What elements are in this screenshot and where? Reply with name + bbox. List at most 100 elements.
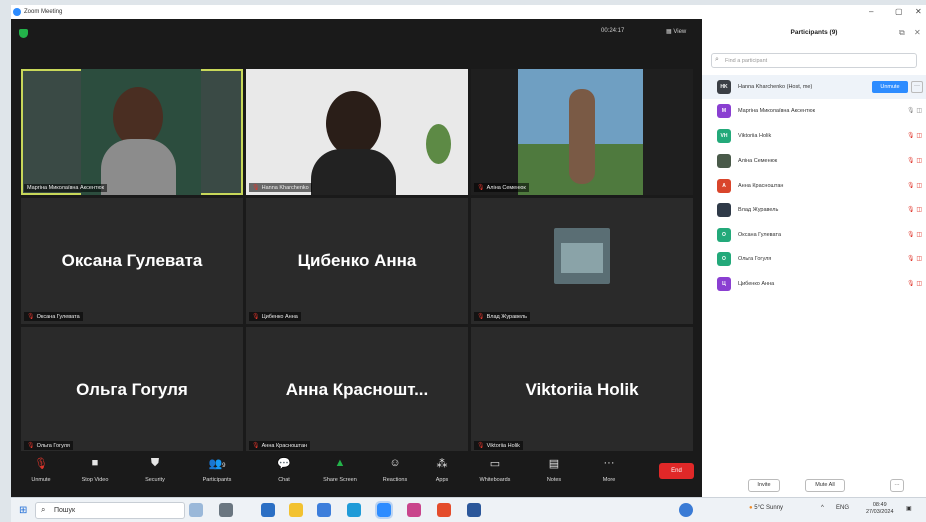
video-tile[interactable]: 🎙 Hanna Kharchenko <box>246 69 468 195</box>
security-button[interactable]: ⛊ Security <box>129 457 181 483</box>
close-panel-icon[interactable]: ✕ <box>914 28 921 37</box>
mute-all-button[interactable]: Mute All <box>805 479 845 492</box>
video-tile[interactable]: Анна Красношт... 🎙 Анна Красноштан <box>246 327 468 453</box>
close-button[interactable]: ✕ <box>915 7 922 16</box>
whiteboards-button[interactable]: ▭ Whiteboards <box>469 457 521 483</box>
panel-more-button[interactable]: ··· <box>890 479 904 492</box>
taskbar-search-input[interactable]: ⌕ Пошук <box>35 502 185 519</box>
security-shield-icon[interactable] <box>19 29 28 38</box>
meeting-timer: 00:24:17 <box>601 28 625 34</box>
paint-app-icon[interactable] <box>407 503 421 517</box>
unmute-self-button[interactable]: Unmute <box>872 81 908 93</box>
title-bar: Zoom Meeting – ▢ ✕ <box>11 5 926 19</box>
participant-row[interactable]: O Оксана Гулевата 🎙 ◫ <box>702 223 926 247</box>
word-app-icon[interactable] <box>467 503 481 517</box>
video-tile[interactable]: Viktoriia Holik 🎙 Viktoriia Holik <box>471 327 693 453</box>
video-tile[interactable]: 🎙 Аліна Семенюк <box>471 69 693 195</box>
video-tile[interactable]: Маргіна Миколаївна Аксентюк <box>21 69 243 195</box>
video-tile[interactable]: 🎙 Влад Журавель <box>471 198 693 324</box>
clock-date: 27/03/2024 <box>866 509 894 515</box>
search-highlight-icon[interactable] <box>189 503 203 517</box>
participant-body <box>101 139 176 195</box>
tile-label: Маргіна Миколаївна Аксентюк <box>24 184 108 192</box>
tile-label: 🎙 Hanna Kharchenko <box>249 183 312 192</box>
search-icon: ⌕ <box>41 505 46 514</box>
calculator-icon[interactable] <box>317 503 331 517</box>
participant-body <box>311 149 396 195</box>
apps-button[interactable]: ⁂ Apps <box>416 457 468 483</box>
participant-row[interactable]: VH Viktoriia Holik 🎙 ◫ <box>702 124 926 148</box>
taskbar-clock[interactable]: 08:49 27/03/2024 <box>866 502 894 516</box>
tile-label: 🎙 Влад Журавель <box>474 312 530 321</box>
participant-row[interactable]: Влад Журавель 🎙 ◫ <box>702 198 926 222</box>
mic-muted-icon: 🎙 ◫ <box>907 207 922 213</box>
participants-button[interactable]: 👥9 Participants <box>191 457 243 483</box>
avatar-image-detail <box>561 243 603 273</box>
file-explorer-icon[interactable] <box>289 503 303 517</box>
video-tile[interactable]: Оксана Гулевата 🎙 Оксана Гулевата <box>21 198 243 324</box>
windows-start-icon[interactable]: ⊞ <box>19 505 27 516</box>
participant-name: Цибенко Анна <box>738 281 775 287</box>
participant-row[interactable]: Аліна Семенюк 🎙 ◫ <box>702 149 926 173</box>
shield-icon: ⛊ <box>150 457 160 469</box>
network-status-icon[interactable] <box>679 503 693 517</box>
participants-panel-title: Participants (9) <box>790 29 838 36</box>
participant-name-display: Цибенко Анна <box>297 251 417 270</box>
view-button[interactable]: ▦ View <box>666 28 686 35</box>
edge-browser-icon[interactable] <box>347 503 361 517</box>
more-button[interactable]: ··· More <box>583 457 635 483</box>
maximize-button[interactable]: ▢ <box>895 7 903 16</box>
avatar: A <box>717 179 731 193</box>
view-label: View <box>673 29 687 35</box>
chat-icon: 💬 <box>277 458 291 470</box>
tile-label: 🎙 Ольга Гогуля <box>24 441 73 450</box>
participant-row[interactable]: M Маргіна Миколаївна Аксентюк 🎙 ◫ <box>702 99 926 123</box>
mic-muted-icon: 🎙 ◫ <box>907 183 922 189</box>
language-indicator[interactable]: ENG <box>836 505 849 511</box>
mic-muted-icon: 🎙 <box>477 185 485 191</box>
popout-icon[interactable]: ⧉ <box>899 28 905 38</box>
avatar <box>717 203 731 217</box>
chat-button[interactable]: 💬 Chat <box>258 457 310 483</box>
participant-name: Аліна Семенюк <box>738 158 778 164</box>
avatar: HK <box>717 80 731 94</box>
search-icon: ⌕ <box>715 56 719 63</box>
weather-widget[interactable]: ● 5°C Sunny <box>749 505 783 511</box>
participant-name: Маргіна Миколаївна Аксентюк <box>738 108 816 114</box>
unmute-button[interactable]: 🎙 Unmute <box>15 457 67 483</box>
notes-button[interactable]: ▤ Notes <box>528 457 580 483</box>
store-icon[interactable] <box>261 503 275 517</box>
clock-time: 08:49 <box>872 502 887 508</box>
reactions-button[interactable]: ☺ Reactions <box>369 457 421 483</box>
video-tile[interactable]: Цибенко Анна 🎙 Цибенко Анна <box>246 198 468 324</box>
zoom-app-icon <box>13 8 21 16</box>
stop-video-button[interactable]: ■ Stop Video <box>69 457 121 483</box>
participant-row[interactable]: O Ольга Гогуля 🎙 ◫ <box>702 247 926 271</box>
zoom-taskbar-icon[interactable] <box>375 501 393 519</box>
participants-icon: 👥9 <box>208 458 226 470</box>
participant-row[interactable]: Ц Цибенко Анна 🎙 ◫ <box>702 272 926 296</box>
minimize-button[interactable]: – <box>869 7 873 16</box>
whiteboard-icon: ▭ <box>489 458 501 470</box>
end-meeting-button[interactable]: End <box>659 463 694 479</box>
zoom-window: Zoom Meeting – ▢ ✕ 00:24:17 ▦ View Маргі… <box>11 5 926 497</box>
chrome-browser-icon[interactable] <box>437 503 451 517</box>
task-view-icon[interactable] <box>219 503 233 517</box>
mic-muted-icon: 🎙 ◫ <box>907 133 922 139</box>
tile-label: 🎙 Viktoriia Holik <box>474 441 523 450</box>
participant-video <box>326 91 381 156</box>
participant-row[interactable]: HK Hanna Kharchenko (Host, me) Unmute ··… <box>702 75 926 99</box>
share-screen-button[interactable]: ▲ Share Screen <box>314 457 366 483</box>
mic-muted-icon: 🎙 <box>27 443 35 449</box>
avatar: O <box>717 228 731 242</box>
participant-row[interactable]: A Анна Красноштан 🎙 ◫ <box>702 174 926 198</box>
share-screen-icon: ▲ <box>334 457 346 469</box>
invite-button[interactable]: Invite <box>748 479 780 492</box>
participant-more-button[interactable]: ··· <box>911 81 923 93</box>
video-tile[interactable]: Ольга Гогуля 🎙 Ольга Гогуля <box>21 327 243 453</box>
participant-search-input[interactable]: ⌕ Find a participant <box>711 53 917 68</box>
notifications-icon[interactable]: ▣ <box>906 505 912 512</box>
window-title: Zoom Meeting <box>24 9 63 15</box>
meeting-area: 00:24:17 ▦ View Маргіна Миколаївна Аксен… <box>11 19 702 497</box>
tray-overflow-icon[interactable]: ^ <box>821 505 824 511</box>
